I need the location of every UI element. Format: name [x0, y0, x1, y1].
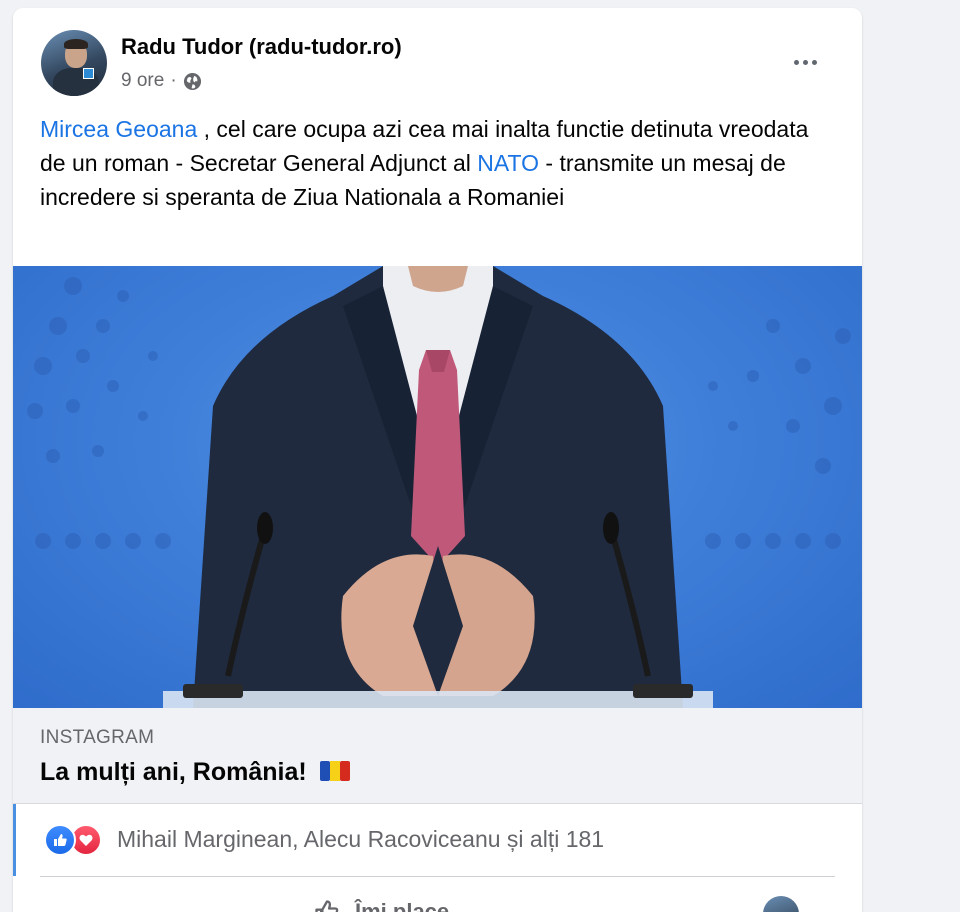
facebook-post: Radu Tudor (radu-tudor.ro) 9 ore · Mirce…	[13, 8, 862, 912]
post-photo[interactable]	[13, 266, 862, 708]
link-source: INSTAGRAM	[40, 727, 155, 748]
thumbs-up-icon	[313, 898, 341, 912]
post-timestamp[interactable]: 9 ore	[121, 70, 164, 92]
like-button-label: Îmi place	[355, 899, 450, 912]
romania-flag-icon	[319, 759, 350, 790]
mention-link[interactable]: NATO	[477, 150, 539, 176]
post-text: Mircea Geoana , cel care ocupa azi cea m…	[40, 112, 840, 214]
link-preview[interactable]: INSTAGRAM La mulți ani, România!	[13, 708, 862, 804]
feed-page: Radu Tudor (radu-tudor.ro) 9 ore · Mirce…	[0, 0, 960, 912]
speaker-photo-illustration	[27, 266, 851, 708]
globe-icon[interactable]	[183, 72, 202, 91]
author-avatar[interactable]	[41, 30, 107, 96]
reaction-icons	[44, 824, 102, 856]
meta-separator: ·	[170, 70, 177, 91]
mention-link[interactable]: Mircea Geoana	[40, 116, 197, 142]
post-actions: Îmi place	[13, 886, 862, 912]
reactions-summary[interactable]: Mihail Marginean, Alecu Racoviceanu și a…	[13, 804, 862, 876]
link-title[interactable]: La mulți ani, România!	[40, 758, 350, 790]
more-options-icon[interactable]	[785, 42, 825, 82]
link-title-text: La mulți ani, România!	[40, 758, 307, 786]
actions-divider	[40, 876, 835, 877]
like-reaction-icon	[44, 824, 76, 856]
author-name[interactable]: Radu Tudor (radu-tudor.ro)	[121, 34, 402, 60]
post-meta: 9 ore ·	[121, 70, 202, 92]
like-button[interactable]: Îmi place	[313, 898, 449, 912]
reaction-avatar-selector[interactable]	[763, 896, 799, 912]
reactions-text[interactable]: Mihail Marginean, Alecu Racoviceanu și a…	[117, 826, 604, 853]
